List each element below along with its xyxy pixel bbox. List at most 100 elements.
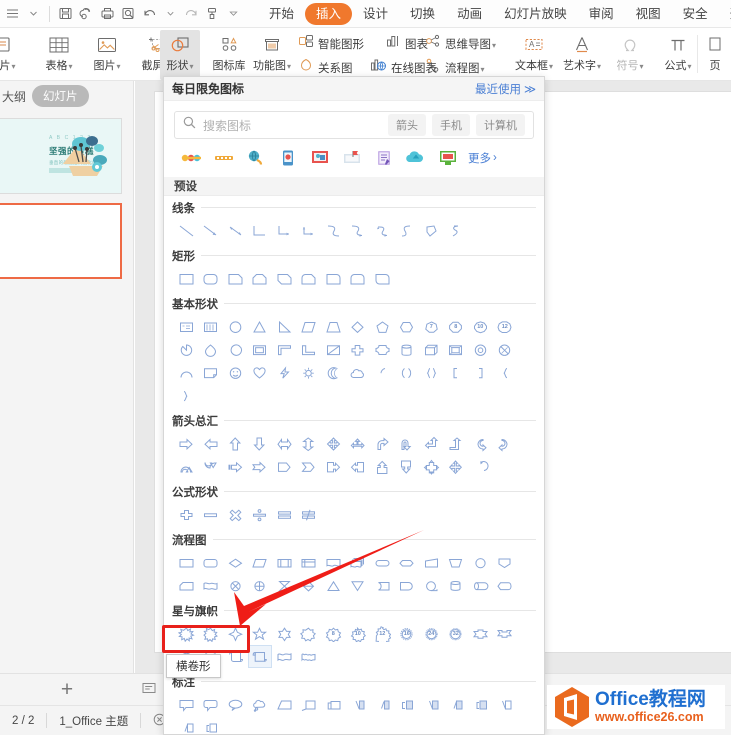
redo-icon[interactable] [181, 3, 202, 24]
shape-double-bracket-arc[interactable] [370, 361, 395, 384]
flowchart-or[interactable] [248, 574, 273, 597]
shape-explosion-2[interactable] [199, 622, 224, 645]
tab-start[interactable]: 开始 [258, 3, 305, 25]
tab-slideshow[interactable]: 幻灯片放映 [493, 3, 578, 25]
shape-bevel[interactable] [444, 338, 469, 361]
shape-decagon[interactable]: 10 [468, 315, 493, 338]
shape-round-same-side[interactable] [346, 267, 371, 290]
shape-quad-arrow[interactable] [321, 432, 346, 455]
shape-rounded-rectangle[interactable] [199, 267, 224, 290]
shape-down-arrow-callout[interactable] [395, 455, 420, 478]
flowchart-internal-storage[interactable] [297, 551, 322, 574]
shape-notched-right-arrow[interactable] [248, 455, 273, 478]
icon-globe-hand[interactable] [240, 145, 272, 171]
ribbon-chart[interactable]: 图表 [385, 32, 428, 55]
shape-down-ribbon[interactable] [493, 622, 518, 645]
shape-right-brace[interactable] [174, 384, 199, 407]
flowchart-terminator[interactable] [370, 551, 395, 574]
icon-person-board[interactable] [304, 145, 336, 171]
customize-qat-icon[interactable] [223, 3, 244, 24]
shape-right-bracket[interactable] [468, 361, 493, 384]
ribbon-shapes-button[interactable]: 形状▾ [160, 30, 200, 80]
shape-vertical-text[interactable] [199, 315, 224, 338]
shape-chevron[interactable] [297, 455, 322, 478]
shape-snip-round-same-side[interactable] [297, 267, 322, 290]
shape-pentagon[interactable] [370, 315, 395, 338]
flowchart-magnetic-disk[interactable] [444, 574, 469, 597]
shape-curved-up-arrow[interactable] [174, 455, 199, 478]
shape-curved-down-arrow[interactable] [199, 455, 224, 478]
flowchart-alternate-process[interactable] [199, 551, 224, 574]
shape-circular-arrow[interactable] [468, 455, 493, 478]
tab-developer[interactable]: 开发工具 [719, 3, 731, 25]
shape-left-brace[interactable] [493, 361, 518, 384]
flowchart-manual-operation[interactable] [444, 551, 469, 574]
undo-dropdown-icon[interactable] [160, 3, 181, 24]
shape-octagon[interactable]: 8 [444, 315, 469, 338]
shape-moon[interactable] [321, 361, 346, 384]
undo-icon[interactable] [139, 3, 160, 24]
search-tag-phone[interactable]: 手机 [432, 114, 470, 136]
shape-left-arrow-callout[interactable] [346, 455, 371, 478]
shape-diagonal-stripe[interactable] [321, 338, 346, 361]
ribbon-mindmap[interactable]: 思维导图▾ [425, 32, 496, 55]
icon-search-box[interactable]: 搜索图标 箭头 手机 计算机 [174, 111, 534, 139]
shape-cross-arrow[interactable] [444, 455, 469, 478]
shape-smiley-face[interactable] [223, 361, 248, 384]
shape-up-arrow-callout[interactable] [370, 455, 395, 478]
icon-2020-text[interactable] [208, 145, 240, 171]
shape-connector-elbow-double[interactable] [297, 219, 322, 242]
flowchart-collate[interactable] [272, 574, 297, 597]
shape-connector-curved[interactable] [321, 219, 346, 242]
flowchart-stored-data[interactable] [370, 574, 395, 597]
callout-accent-bar-3[interactable] [468, 693, 493, 716]
callout-rectangular[interactable] [174, 693, 199, 716]
shape-multiply[interactable] [223, 503, 248, 526]
flowchart-decision[interactable] [223, 551, 248, 574]
shape-down-arrow[interactable] [248, 432, 273, 455]
shape-chord[interactable] [223, 338, 248, 361]
shape-star-7[interactable] [297, 622, 322, 645]
flowchart-card[interactable] [174, 574, 199, 597]
shape-round-single-corner[interactable] [321, 267, 346, 290]
callout-rounded-rectangular[interactable] [199, 693, 224, 716]
flowchart-sequential-access[interactable] [419, 574, 444, 597]
callout-line-1[interactable] [272, 693, 297, 716]
shape-hexagon[interactable] [395, 315, 420, 338]
shape-plaque[interactable] [370, 338, 395, 361]
shape-minus[interactable] [199, 503, 224, 526]
icon-2020-banner[interactable] [176, 145, 208, 171]
shape-star-10[interactable]: 10 [346, 622, 371, 645]
shape-curved-left-arrow[interactable] [493, 432, 518, 455]
callout-oval[interactable] [223, 693, 248, 716]
shape-round-diagonal[interactable] [370, 267, 395, 290]
flowchart-direct-access[interactable] [468, 574, 493, 597]
shape-l-shape[interactable] [297, 338, 322, 361]
callout-accent-1[interactable] [346, 693, 371, 716]
shape-sun[interactable] [297, 361, 322, 384]
flowchart-document[interactable] [321, 551, 346, 574]
ribbon-textbox[interactable]: A 文本框▾ [510, 30, 558, 80]
tab-animation[interactable]: 动画 [446, 3, 493, 25]
shape-diamond[interactable] [346, 315, 371, 338]
more-icons-link[interactable]: 更多 › [468, 150, 497, 166]
flowchart-process[interactable] [174, 551, 199, 574]
shape-connector-curved-double[interactable] [370, 219, 395, 242]
tab-design[interactable]: 设计 [352, 3, 399, 25]
outline-tab[interactable]: 大纲 [2, 88, 26, 105]
tab-view[interactable]: 视图 [625, 3, 672, 25]
ribbon-table[interactable]: 表格▾ [35, 30, 83, 80]
shape-striped-right-arrow[interactable] [223, 455, 248, 478]
shape-no-symbol[interactable] [493, 338, 518, 361]
flowchart-preparation[interactable] [395, 551, 420, 574]
shape-scribble[interactable] [444, 219, 469, 242]
callout-border-1[interactable] [493, 693, 518, 716]
ribbon-symbol[interactable]: 符号▾ [606, 30, 654, 80]
shape-connector-curved-arrow[interactable] [346, 219, 371, 242]
shape-freeform[interactable] [419, 219, 444, 242]
shape-folded-corner[interactable] [199, 361, 224, 384]
shape-curly-bracket-pair[interactable] [419, 361, 444, 384]
shape-bent-arrow[interactable] [370, 432, 395, 455]
flowchart-connector[interactable] [468, 551, 493, 574]
slide-thumbnail-1[interactable]: A B C 1 2 3 坚强的蛋糕 垂直的硬度是高度化的。 [0, 118, 122, 194]
